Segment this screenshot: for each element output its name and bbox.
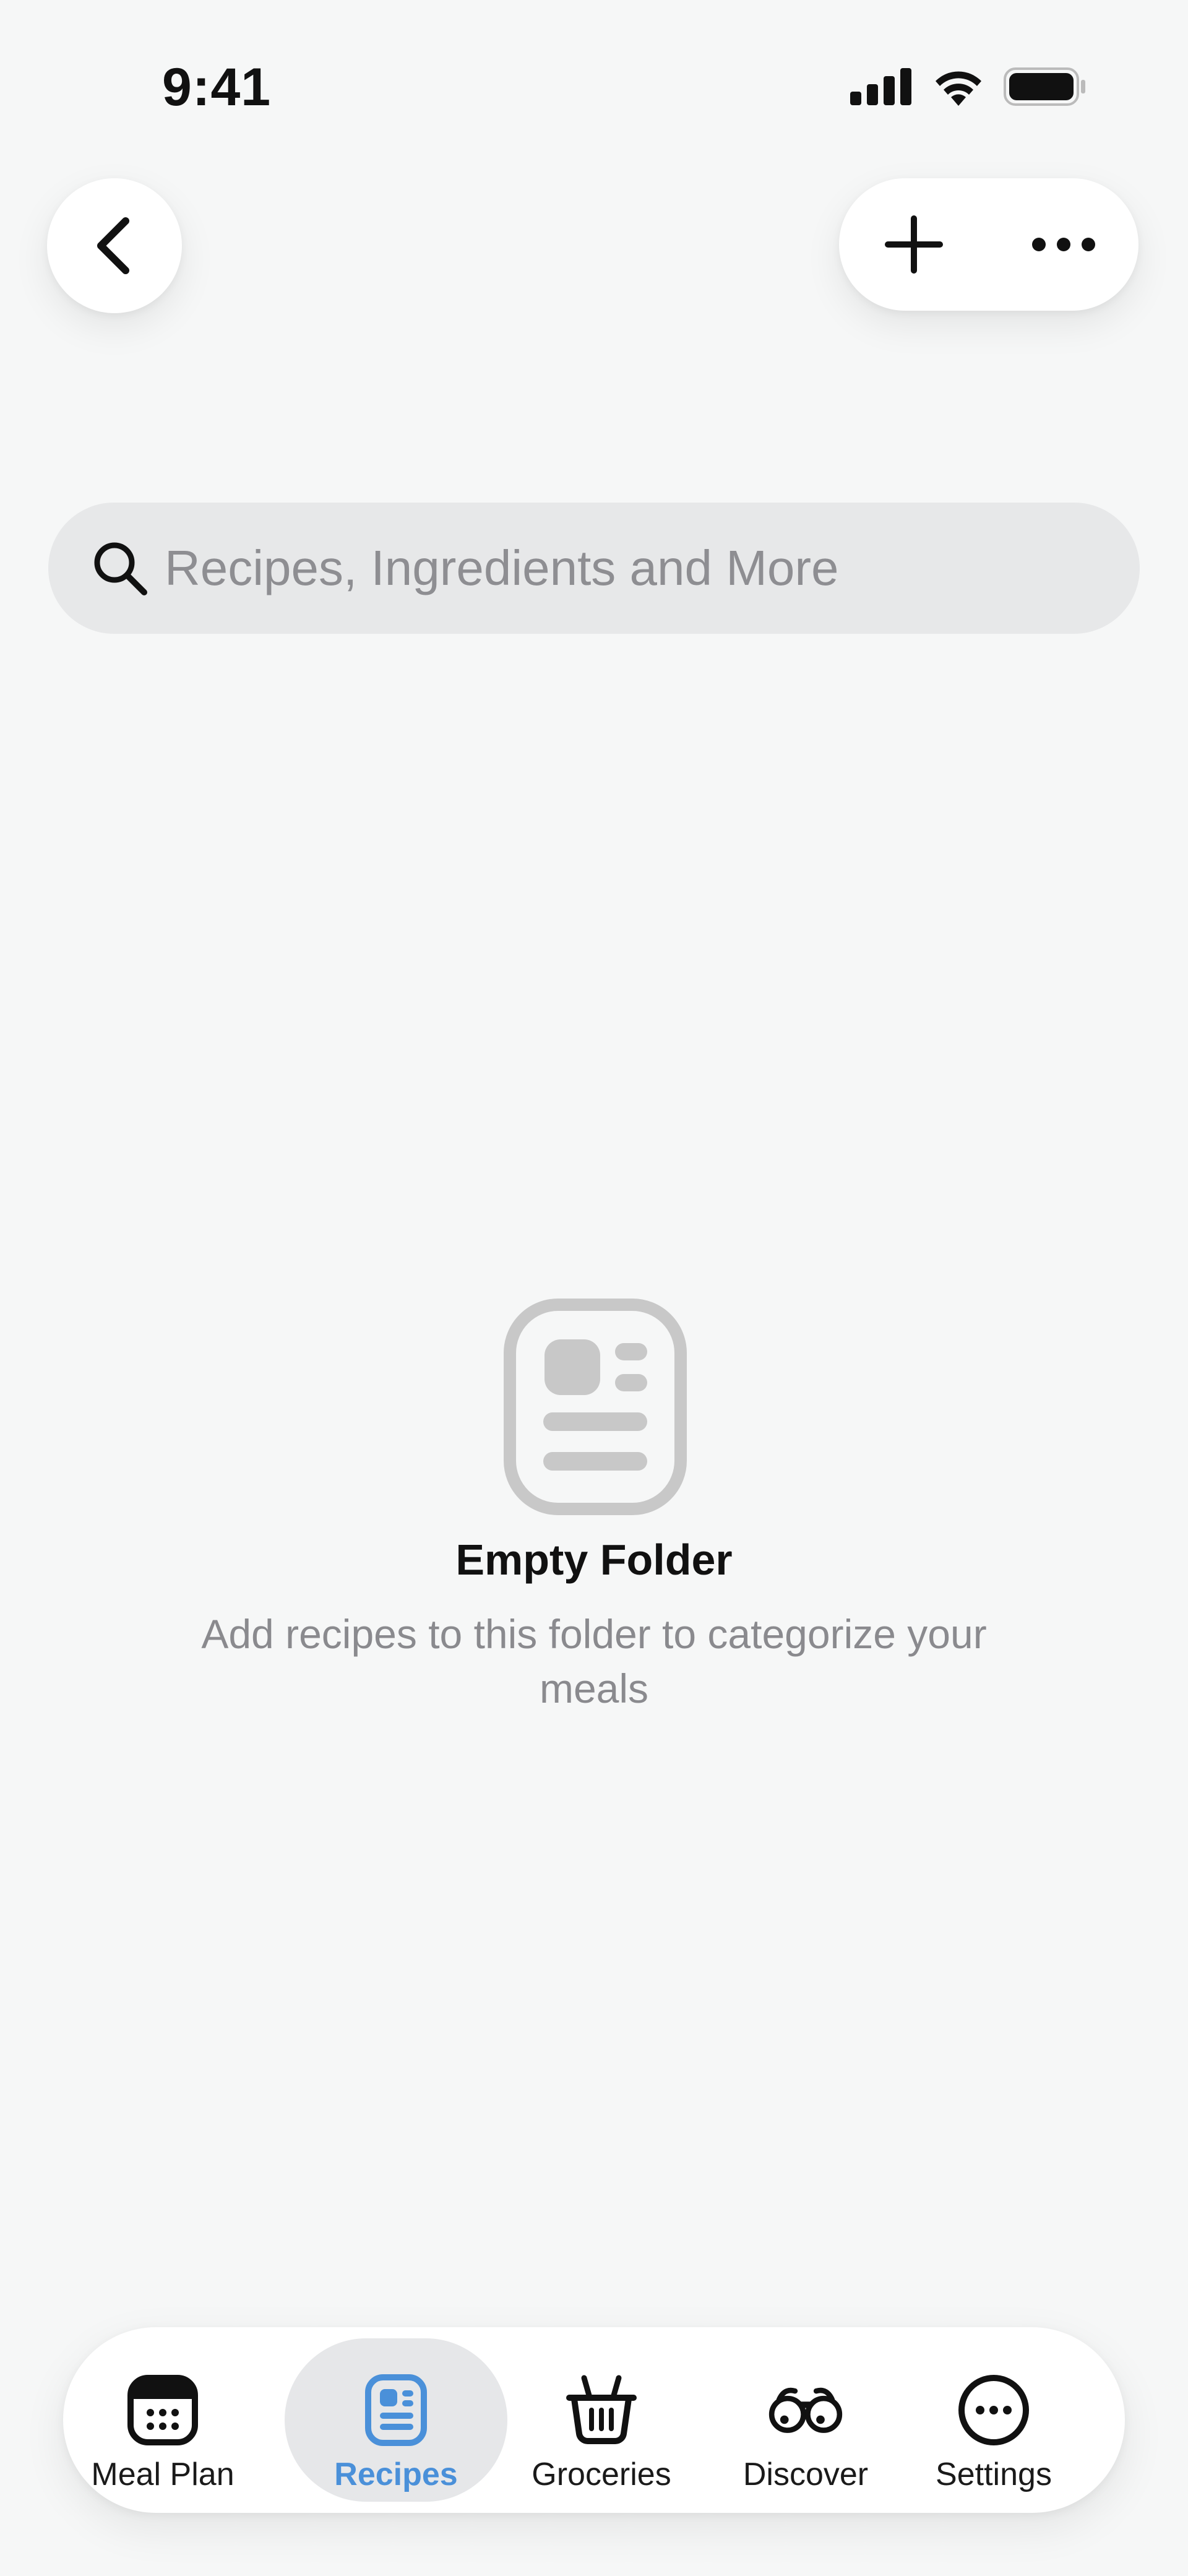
- header-actions: [839, 178, 1138, 311]
- tab-groceries[interactable]: Groceries: [521, 2338, 682, 2502]
- tab-label: Recipes: [334, 2457, 458, 2492]
- cellular-signal-icon: [850, 68, 911, 105]
- status-icons: [850, 62, 1087, 111]
- recipe-card-icon: [359, 2373, 433, 2447]
- plus-icon: [885, 215, 943, 274]
- calendar-icon: [126, 2373, 200, 2447]
- tab-recipes[interactable]: Recipes: [285, 2338, 507, 2502]
- tab-discover[interactable]: Discover: [731, 2338, 880, 2502]
- tab-meal-plan[interactable]: Meal Plan: [91, 2338, 235, 2502]
- chevron-left-icon: [97, 217, 129, 274]
- search-input[interactable]: [163, 539, 1094, 597]
- basket-icon: [564, 2373, 639, 2447]
- empty-state-description: Add recipes to this folder to categorize…: [201, 1611, 987, 1711]
- more-button[interactable]: [1014, 195, 1113, 294]
- magnifier-icon: [89, 537, 151, 599]
- tab-label: Settings: [936, 2457, 1052, 2492]
- add-button[interactable]: [864, 195, 963, 294]
- search-bar[interactable]: [48, 503, 1140, 634]
- tab-label: Groceries: [532, 2457, 671, 2492]
- battery-icon: [1004, 67, 1085, 106]
- status-time: 9:41: [162, 58, 272, 117]
- tab-bar: Meal Plan Recipes Groceries Discover Set…: [63, 2327, 1125, 2513]
- ellipsis-icon: [1032, 238, 1095, 251]
- empty-state-title: Empty Folder: [455, 1536, 733, 1584]
- tab-settings[interactable]: Settings: [926, 2338, 1062, 2502]
- binoculars-icon: [768, 2373, 843, 2447]
- back-button[interactable]: [47, 178, 182, 313]
- recipe-card-icon: [504, 1299, 687, 1515]
- tab-label: Discover: [742, 2457, 869, 2492]
- more-circle-icon: [957, 2373, 1031, 2447]
- tab-label: Meal Plan: [91, 2457, 235, 2492]
- wifi-icon: [936, 71, 981, 106]
